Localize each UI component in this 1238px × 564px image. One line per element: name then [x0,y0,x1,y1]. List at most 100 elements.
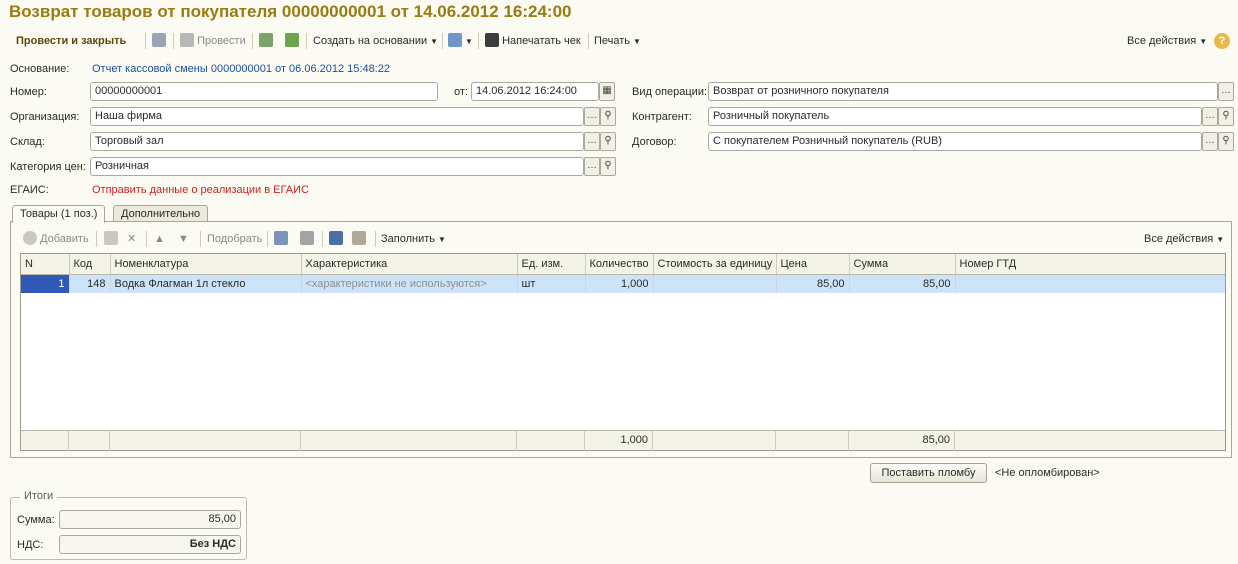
toolbar-separator [588,33,589,49]
organization-field[interactable]: Наша фирма [90,107,584,126]
create-based-on-button[interactable]: Создать на основании ▼ [313,33,438,49]
grid-all-actions-button[interactable]: Все действия ▼ [1144,231,1224,247]
egais-label: ЕГАИС: [10,184,49,196]
post-and-close-button[interactable]: Провести и закрыть [16,33,126,49]
search-icon[interactable]: ⚲ [1218,132,1234,151]
select-dots-icon[interactable]: … [584,157,600,176]
print-button[interactable]: Печать ▼ [594,33,641,49]
download-icon[interactable] [285,33,299,49]
document-journal-icon[interactable] [259,33,273,49]
delete-icon[interactable]: ✕ [127,231,136,247]
tab-additional[interactable]: Дополнительно [113,205,209,222]
column-header-unit[interactable]: Ед. изм. [517,254,586,275]
column-header-gtd[interactable]: Номер ГТД [955,254,1225,275]
copy-row-icon[interactable] [104,231,118,247]
main-toolbar: Провести и закрыть Провести Создать на о… [0,29,1238,53]
column-header-n[interactable]: N [21,254,70,275]
warehouse-field[interactable]: Торговый зал [90,132,584,151]
print-check-button[interactable]: Напечатать чек [485,33,581,49]
add-icon [23,231,37,245]
column-header-quantity[interactable]: Количество [585,254,654,275]
goods-table[interactable]: N Код Номенклатура Характеристика Ед. из… [20,253,1226,451]
table-row[interactable]: 1 148 Водка Флагман 1л стекло <характери… [21,274,1225,293]
contract-field[interactable]: С покупателем Розничный покупатель (RUB) [708,132,1202,151]
price-category-field[interactable]: Розничная [90,157,584,176]
help-icon[interactable]: ? [1214,33,1230,49]
sum-label: Сумма: [17,514,55,526]
move-up-icon[interactable]: ▲ [154,231,165,247]
column-header-unit-cost[interactable]: Стоимость за единицу [653,254,777,275]
copy-icon[interactable] [274,231,288,247]
grid-toolbar: Добавить ✕ ▲ ▼ Подобрать Заполнить ▼ Все … [20,229,1226,249]
select-dots-icon[interactable]: … [584,132,600,151]
all-actions-button[interactable]: Все действия ▼ [1127,33,1207,49]
seal-status: <Не опломбирован> [995,467,1100,479]
cell-quantity[interactable]: 1,000 [585,274,654,293]
cell-characteristic[interactable]: <характеристики не используются> [301,274,518,293]
cell-n[interactable]: 1 [21,274,70,293]
chevron-down-icon: ▼ [633,37,641,46]
calendar-icon[interactable]: ▦ [599,82,615,101]
number-label: Номер: [10,86,47,98]
pick-button[interactable]: Подобрать [207,231,262,247]
related-documents-icon[interactable]: ▼ [448,33,473,49]
organization-label: Организация: [10,111,80,123]
toolbar-separator [173,33,174,49]
contractor-field[interactable]: Розничный покупатель [708,107,1202,126]
save-icon[interactable] [152,33,166,49]
search-icon[interactable]: ⚲ [600,157,616,176]
column-header-price[interactable]: Цена [776,254,850,275]
toolbar-separator [442,33,443,49]
cell-code[interactable]: 148 [69,274,111,293]
totals-group-title: Итоги [20,490,58,502]
select-dots-icon[interactable]: … [1202,132,1218,151]
fill-button[interactable]: Заполнить ▼ [381,231,446,247]
footer-quantity-total: 1,000 [585,431,653,451]
column-header-code[interactable]: Код [69,254,111,275]
select-dots-icon[interactable]: … [1202,107,1218,126]
contractor-label: Контрагент: [632,111,692,123]
toolbar-separator [306,33,307,49]
cell-sum[interactable]: 85,00 [849,274,956,293]
post-icon [180,33,194,47]
set-seal-button[interactable]: Поставить пломбу [870,463,987,483]
search-icon[interactable]: ⚲ [600,132,616,151]
basis-link[interactable]: Отчет кассовой смены 0000000001 от 06.06… [92,63,390,75]
add-row-button[interactable]: Добавить [23,231,89,247]
cell-item[interactable]: Водка Флагман 1л стекло [110,274,302,293]
move-down-icon[interactable]: ▼ [178,231,189,247]
select-dots-icon[interactable]: … [584,107,600,126]
table-footer: 1,000 85,00 [21,430,1225,451]
copy-rows-icon[interactable] [329,231,343,247]
column-header-item[interactable]: Номенклатура [110,254,302,275]
cell-price[interactable]: 85,00 [776,274,850,293]
chevron-down-icon: ▼ [1199,37,1208,46]
table-header: N Код Номенклатура Характеристика Ед. из… [21,254,1225,275]
tab-goods[interactable]: Товары (1 поз.) [12,205,106,223]
paste-icon[interactable] [300,231,314,247]
select-dots-icon[interactable]: … [1218,82,1234,101]
date-field[interactable]: 14.06.2012 16:24:00 [471,82,599,101]
post-button[interactable]: Провести [180,33,246,49]
contract-label: Договор: [632,136,677,148]
warehouse-label: Склад: [10,136,45,148]
egais-send-link[interactable]: Отправить данные о реализации в ЕГАИС [92,184,309,196]
cell-unit[interactable]: шт [517,274,586,293]
cell-unit-cost[interactable] [653,274,777,293]
page-title: Возврат товаров от покупателя 0000000000… [9,2,572,21]
number-field[interactable]: 00000000001 [90,82,438,101]
chevron-down-icon: ▼ [430,37,439,46]
basis-label: Основание: [10,63,70,75]
search-icon[interactable]: ⚲ [1218,107,1234,126]
toolbar-separator [252,33,253,49]
column-header-sum[interactable]: Сумма [849,254,956,275]
paste-rows-icon[interactable] [352,231,366,247]
search-icon[interactable]: ⚲ [600,107,616,126]
column-header-characteristic[interactable]: Характеристика [301,254,518,275]
cell-gtd[interactable] [955,274,1225,293]
toolbar-separator [478,33,479,49]
sum-field: 85,00 [59,510,241,529]
vat-field: Без НДС [59,535,241,554]
operation-type-label: Вид операции: [632,86,708,98]
operation-type-field[interactable]: Возврат от розничного покупателя [708,82,1218,101]
